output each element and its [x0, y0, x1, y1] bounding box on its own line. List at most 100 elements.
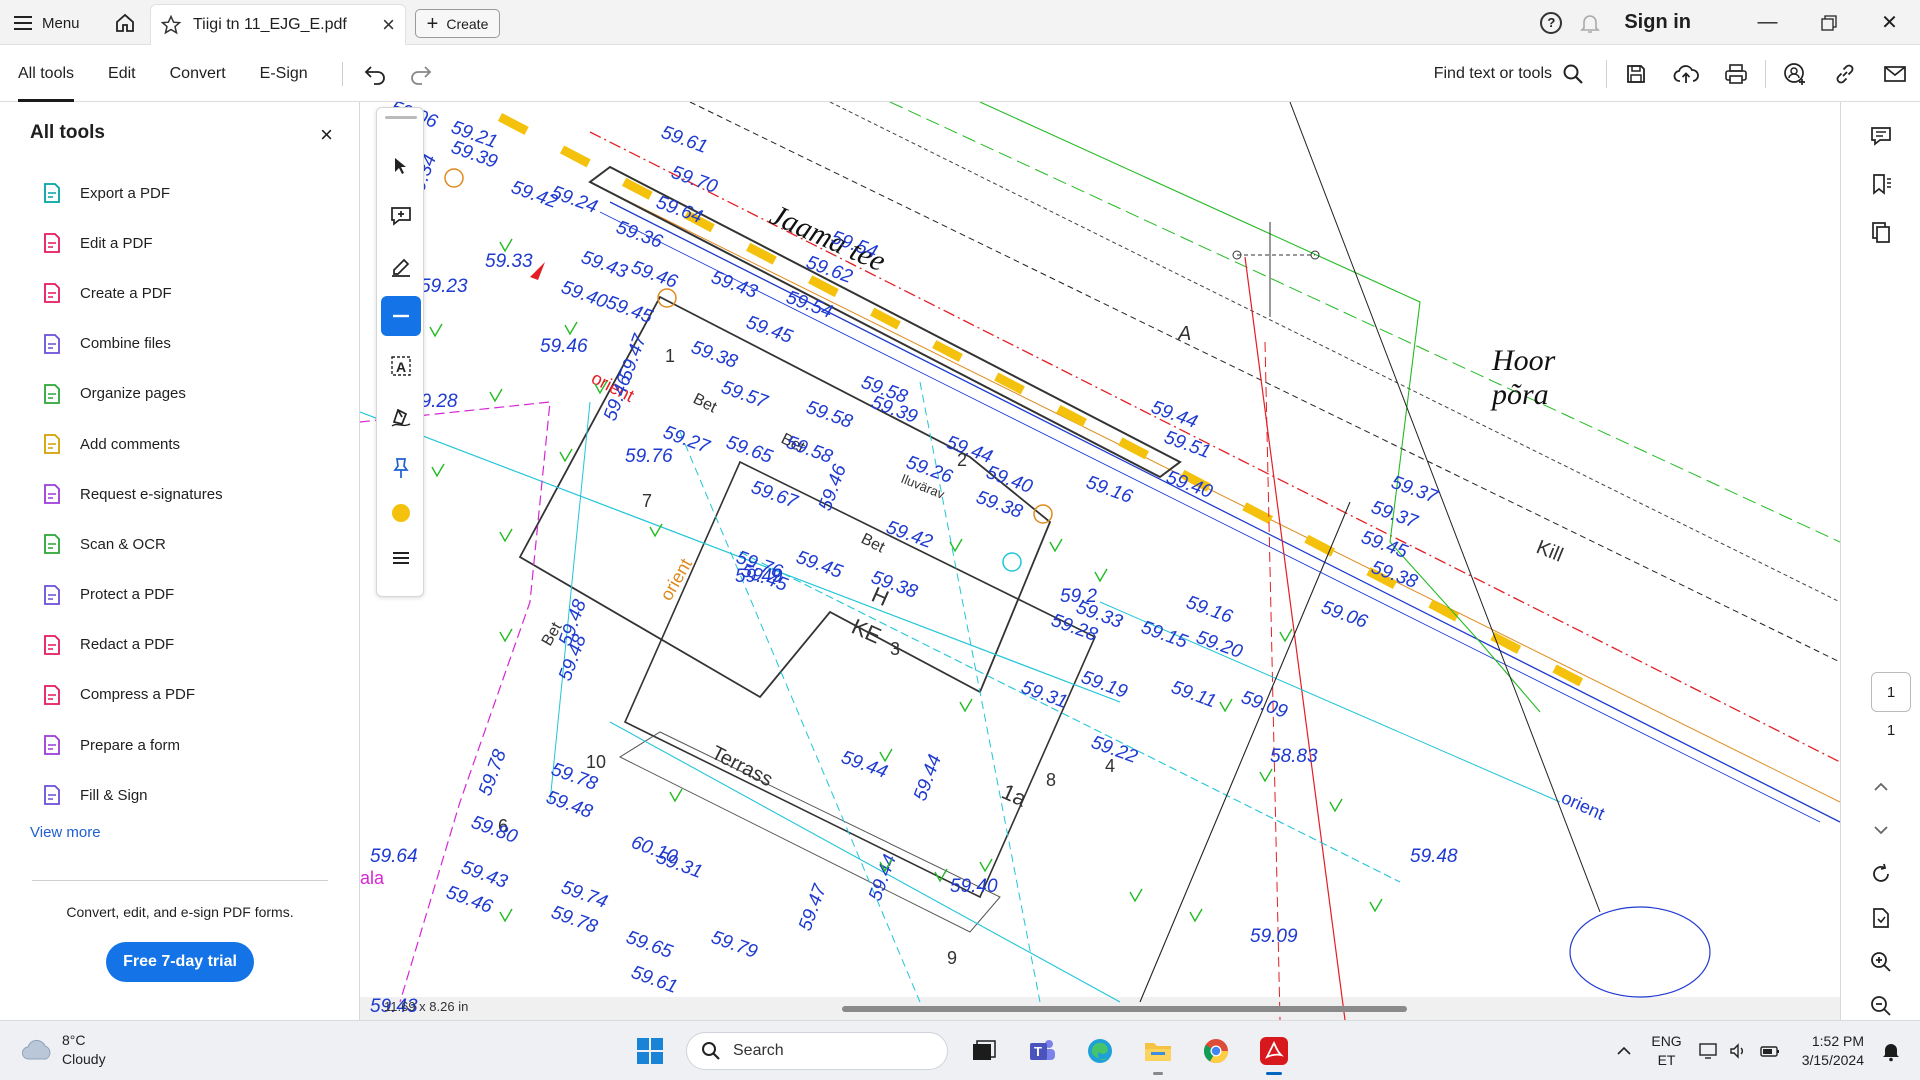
search-icon[interactable] — [1562, 63, 1584, 85]
upload-icon[interactable] — [1661, 45, 1711, 102]
tool-item-fill-sign[interactable]: Fill & Sign — [40, 770, 340, 820]
fill-sign-icon — [40, 783, 64, 807]
zoom-in-icon[interactable] — [1861, 942, 1901, 982]
free-trial-button[interactable]: Free 7-day trial — [106, 942, 254, 982]
all-tools-panel: All tools × Export a PDF Edit a PDF Create… — [0, 102, 360, 1020]
tool-item-add-comments[interactable]: Add comments — [40, 419, 340, 469]
area-label-pora: põra — [1490, 378, 1549, 411]
tool-item-scan-ocr[interactable]: Scan & OCR — [40, 519, 340, 569]
organize-pages-icon — [40, 382, 64, 406]
elevation-label: 58.83 — [1270, 746, 1318, 767]
link-icon[interactable] — [1820, 45, 1870, 102]
close-panel-icon[interactable]: × — [320, 122, 333, 148]
draw-signature-icon[interactable] — [381, 396, 421, 436]
line-tool-icon[interactable] — [381, 296, 421, 336]
elevation-label: 59.46 — [540, 336, 588, 357]
page-icon[interactable] — [1861, 898, 1901, 938]
hamburger-icon — [14, 16, 32, 30]
language-indicator[interactable]: ENG ET — [1651, 1032, 1681, 1070]
site-plan-drawing: Jaama tee Hoor põra A Kill H KE Terrass … — [360, 102, 1840, 1020]
tool-item-organize-pages[interactable]: Organize pages — [40, 369, 340, 419]
tool-item-prepare-form[interactable]: Prepare a form — [40, 720, 340, 770]
mail-icon[interactable] — [1870, 45, 1920, 102]
tool-label: Prepare a form — [80, 736, 181, 754]
horizontal-scrollbar[interactable] — [842, 1006, 1407, 1012]
color-dot-icon[interactable] — [381, 493, 421, 533]
tool-label: Export a PDF — [80, 184, 171, 202]
notification-icon[interactable] — [1880, 1040, 1902, 1062]
close-window-icon[interactable]: ✕ — [1859, 0, 1920, 45]
tool-item-create-pdf[interactable]: Create a PDF — [40, 268, 340, 318]
sign-in-button[interactable]: Sign in — [1624, 11, 1691, 34]
task-view-icon[interactable] — [962, 1029, 1006, 1073]
document-tab[interactable]: Tiigi tn 11_EJG_E.pdf × — [150, 4, 406, 45]
volume-icon[interactable] — [1728, 1042, 1748, 1060]
create-label: Create — [446, 15, 489, 32]
help-icon[interactable]: ? — [1540, 11, 1563, 34]
minimize-icon[interactable]: — — [1737, 0, 1798, 45]
print-icon[interactable] — [1711, 45, 1761, 102]
text-box-icon[interactable]: A — [381, 346, 421, 386]
tool-label: Fill & Sign — [80, 786, 148, 804]
redo-icon[interactable] — [409, 63, 433, 85]
area-label-ala: ala — [360, 868, 385, 888]
select-cursor-icon[interactable] — [381, 146, 421, 186]
tool-item-protect-pdf[interactable]: Protect a PDF — [40, 570, 340, 620]
pin-icon[interactable] — [381, 448, 421, 488]
chevron-up-icon[interactable] — [1615, 1045, 1633, 1057]
page-size-label: 11.69 x 8.26 in — [384, 999, 469, 1014]
copy-pages-icon[interactable] — [1861, 212, 1901, 252]
create-button[interactable]: + Create — [415, 9, 500, 38]
tool-item-edit-pdf[interactable]: Edit a PDF — [40, 218, 340, 268]
more-options-icon[interactable] — [381, 538, 421, 578]
view-more-link[interactable]: View more — [30, 824, 101, 841]
home-button[interactable] — [112, 10, 138, 36]
menu-button[interactable]: Menu — [14, 10, 80, 36]
add-comment-icon[interactable] — [381, 196, 421, 236]
tool-item-compress-pdf[interactable]: Compress a PDF — [40, 670, 340, 720]
comment-icon[interactable] — [1861, 116, 1901, 156]
star-icon[interactable] — [161, 15, 181, 35]
document-viewer[interactable]: Jaama tee Hoor põra A Kill H KE Terrass … — [360, 102, 1840, 1020]
tab-edit[interactable]: Edit — [108, 45, 136, 102]
tool-item-redact-pdf[interactable]: Redact a PDF — [40, 620, 340, 670]
drag-handle[interactable] — [385, 116, 417, 119]
prepare-form-icon — [40, 733, 64, 757]
refresh-icon[interactable] — [1861, 854, 1901, 894]
battery-icon[interactable] — [1758, 1042, 1782, 1060]
bell-icon[interactable] — [1578, 11, 1602, 35]
tab-esign[interactable]: E-Sign — [260, 45, 308, 102]
acrobat-icon[interactable] — [1252, 1029, 1296, 1075]
weather-widget[interactable]: 8°C Cloudy — [20, 1031, 106, 1069]
running-indicator — [1153, 1072, 1163, 1075]
find-text-label[interactable]: Find text or tools — [1434, 65, 1552, 83]
panel-title: All tools — [30, 122, 105, 143]
menu-label: Menu — [42, 14, 80, 32]
restore-icon[interactable] — [1798, 0, 1859, 45]
tool-item-request-esign[interactable]: Request e-signatures — [40, 469, 340, 519]
undo-icon[interactable] — [363, 63, 387, 85]
chrome-icon[interactable] — [1194, 1029, 1238, 1073]
tool-item-export-pdf[interactable]: Export a PDF — [40, 168, 340, 218]
tab-title: Tiigi tn 11_EJG_E.pdf — [193, 16, 347, 33]
save-icon[interactable] — [1611, 45, 1661, 102]
edge-icon[interactable] — [1078, 1029, 1122, 1073]
highlight-pen-icon[interactable] — [381, 246, 421, 286]
redact-pdf-icon — [40, 633, 64, 657]
share-user-icon[interactable] — [1770, 45, 1820, 102]
chevron-up-icon[interactable] — [1861, 767, 1901, 807]
tool-item-combine-files[interactable]: Combine files — [40, 319, 340, 369]
chevron-down-icon[interactable] — [1861, 810, 1901, 850]
teams-icon[interactable]: T — [1020, 1029, 1064, 1073]
taskbar-search[interactable]: Search — [686, 1032, 948, 1070]
bookmark-icon[interactable] — [1861, 164, 1901, 204]
file-explorer-icon[interactable] — [1136, 1029, 1180, 1075]
date: 3/15/2024 — [1801, 1052, 1864, 1068]
monitor-icon[interactable] — [1698, 1042, 1718, 1060]
windows-start-icon[interactable] — [628, 1029, 672, 1073]
current-page-input[interactable]: 1 — [1871, 672, 1911, 712]
tab-all-tools[interactable]: All tools — [18, 45, 75, 102]
tab-convert[interactable]: Convert — [170, 45, 226, 102]
close-tab-icon[interactable]: × — [382, 14, 395, 36]
clock[interactable]: 1:52 PM 3/15/2024 — [1802, 1032, 1864, 1070]
